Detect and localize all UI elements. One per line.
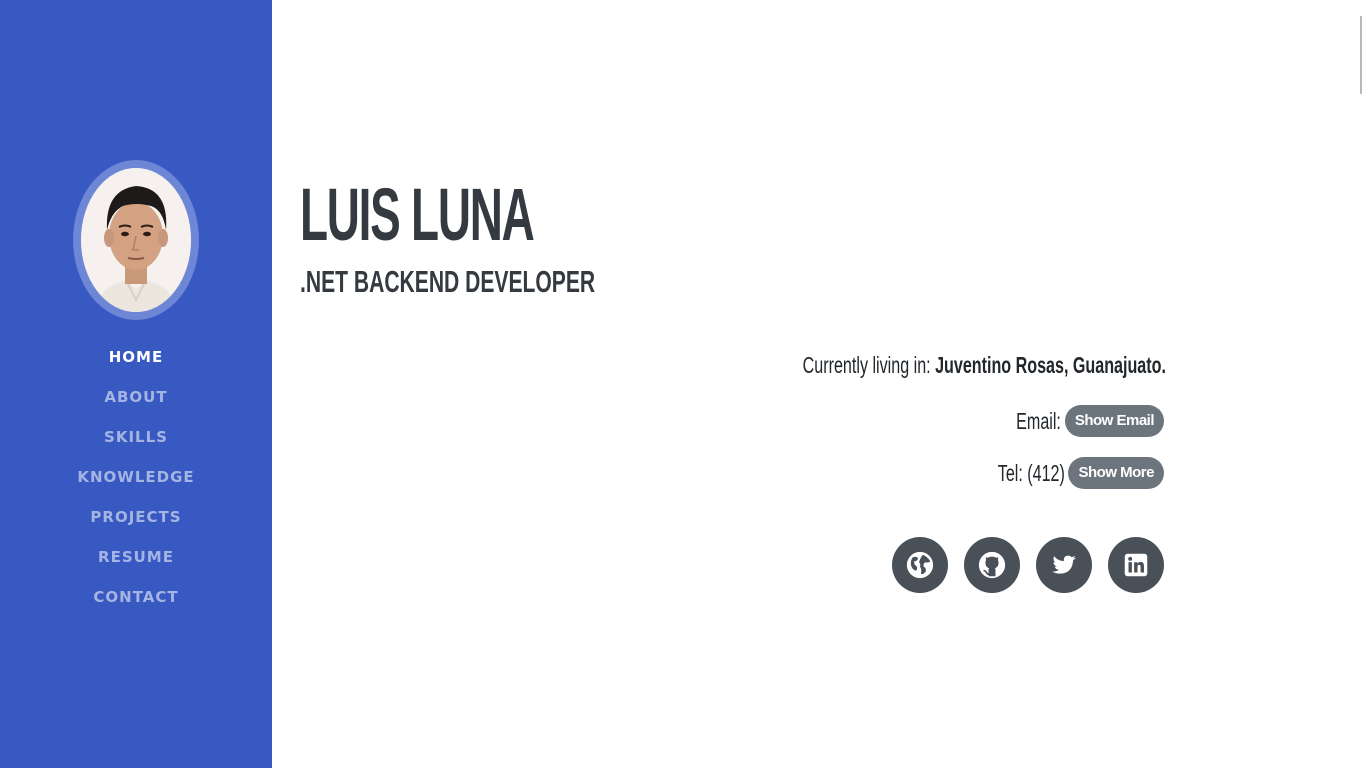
linkedin-link[interactable] (1108, 537, 1164, 593)
nav-item-home[interactable]: HOME (0, 340, 272, 380)
location-line: Currently living in: Juventino Rosas, Gu… (727, 352, 1166, 379)
show-more-button[interactable]: Show More (1068, 457, 1164, 489)
twitter-icon (1052, 555, 1077, 574)
show-email-button[interactable]: Show Email (1064, 405, 1164, 437)
social-links (892, 537, 1164, 593)
sidebar: HOME ABOUT SKILLS KNOWLEDGE PROJECTS RES… (0, 0, 272, 768)
nav-item-contact[interactable]: CONTACT (0, 580, 272, 620)
website-link[interactable] (892, 537, 948, 593)
avatar-ring (73, 160, 199, 320)
nav-item-skills[interactable]: SKILLS (0, 420, 272, 460)
nav-item-projects[interactable]: PROJECTS (0, 500, 272, 540)
location-label: Currently living in: (802, 352, 931, 378)
linkedin-icon (1124, 553, 1148, 577)
nav-item-resume[interactable]: RESUME (0, 540, 272, 580)
avatar-image (81, 168, 191, 312)
email-line: Email: Show Email (1016, 405, 1164, 437)
nav-item-about[interactable]: ABOUT (0, 380, 272, 420)
tel-line: Tel: (412) Show More (997, 457, 1164, 489)
globe-icon (906, 551, 934, 579)
location-value: Juventino Rosas, Guanajuato. (935, 352, 1166, 378)
page-title: LUIS LUNA (300, 173, 535, 256)
avatar (81, 168, 191, 312)
twitter-link[interactable] (1036, 537, 1092, 593)
github-icon (978, 551, 1006, 579)
email-label: Email: (1016, 407, 1061, 434)
main-nav: HOME ABOUT SKILLS KNOWLEDGE PROJECTS RES… (0, 340, 272, 620)
scrollbar-thumb[interactable] (1360, 16, 1362, 94)
job-title: .NET BACKEND DEVELOPER (300, 264, 596, 299)
tel-label: Tel: (412) (997, 459, 1065, 486)
main-content: LUIS LUNA .NET BACKEND DEVELOPER Current… (272, 0, 1366, 768)
github-link[interactable] (964, 537, 1020, 593)
nav-item-knowledge[interactable]: KNOWLEDGE (0, 460, 272, 500)
location-text: Currently living in: Juventino Rosas, Gu… (803, 352, 1166, 379)
